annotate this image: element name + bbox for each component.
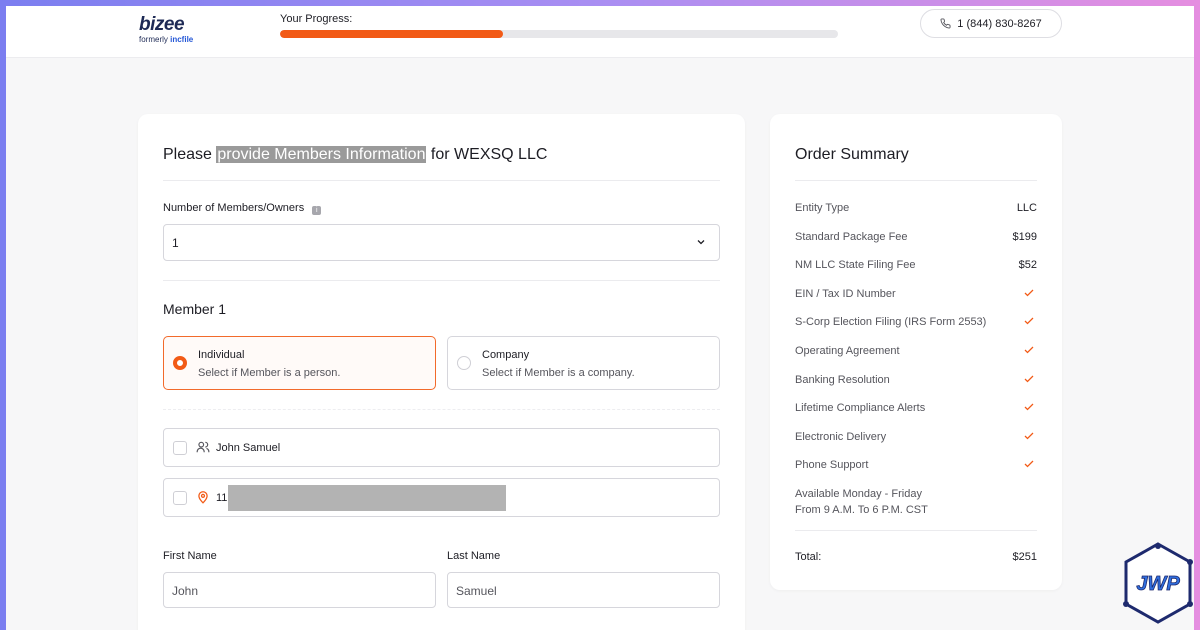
logo-sub-prefix: formerly: [139, 35, 168, 44]
saved-address-text: 11: [216, 492, 228, 504]
members-count-value: 1: [172, 236, 179, 250]
support-hours: Available Monday - Friday From 9 A.M. To…: [795, 486, 928, 518]
option-company[interactable]: Company Select if Member is a company.: [447, 336, 720, 390]
first-name-label: First Name: [163, 550, 217, 562]
order-summary-card: Order Summary Entity Type LLC Standard Pac…: [770, 114, 1062, 590]
phone-icon: [940, 18, 951, 29]
info-icon[interactable]: i: [312, 206, 322, 215]
first-name-input[interactable]: John: [163, 572, 436, 608]
watermark-text: JWP: [1136, 573, 1180, 595]
check-icon: [1024, 460, 1034, 468]
summary-row: Operating Agreement: [795, 345, 1037, 361]
summary-row: Banking Resolution: [795, 374, 1037, 390]
bizee-logo[interactable]: bizee formerly incfile: [139, 14, 193, 45]
summary-row-label: NM LLC State Filing Fee: [795, 259, 916, 272]
summary-row: S-Corp Election Filing (IRS Form 2553): [795, 316, 1037, 332]
order-summary-title: Order Summary: [795, 146, 909, 163]
summary-row-label: EIN / Tax ID Number: [795, 287, 896, 300]
last-name-label: Last Name: [447, 550, 501, 562]
summary-row: NM LLC State Filing Fee $52: [795, 259, 1037, 275]
saved-address-checkbox[interactable]: [173, 491, 187, 505]
summary-row-label: Electronic Delivery: [795, 430, 887, 443]
phone-button[interactable]: 1 (844) 830-8267: [920, 9, 1062, 38]
summary-row-value: LLC: [1016, 202, 1037, 214]
saved-member-name: John Samuel: [216, 442, 281, 454]
summary-divider: [795, 180, 1037, 181]
support-hours-days: Available Monday - Friday: [795, 488, 922, 500]
faint-divider: [163, 409, 720, 410]
users-icon: [196, 441, 210, 453]
company-radio[interactable]: [457, 356, 471, 370]
summary-row: Electronic Delivery: [795, 431, 1037, 447]
members-form-card: Please provide Members Information for W…: [138, 114, 745, 630]
saved-address-row[interactable]: 11: [163, 478, 720, 517]
section-divider: [163, 280, 720, 281]
title-prefix: Please: [163, 146, 212, 163]
check-icon: [1024, 346, 1034, 354]
support-hours-time: From 9 A.M. To 6 P.M. CST: [795, 504, 928, 516]
total-value: $251: [1012, 551, 1037, 563]
page-title: Please provide Members Information for W…: [163, 146, 547, 164]
option-individual[interactable]: Individual Select if Member is a person.: [163, 336, 436, 390]
location-pin-icon: [198, 491, 208, 504]
title-suffix: for WEXSQ LLC: [430, 146, 548, 163]
member-1-title: Member 1: [163, 301, 227, 317]
last-name-input[interactable]: Samuel: [447, 572, 720, 608]
summary-row-label: Entity Type: [795, 202, 850, 214]
progress-label: Your Progress:: [280, 13, 353, 25]
chevron-down-icon: [697, 240, 705, 245]
summary-row: Standard Package Fee $199: [795, 231, 1037, 247]
check-icon: [1024, 403, 1034, 411]
check-icon: [1024, 289, 1034, 297]
total-label: Total:: [795, 551, 822, 563]
individual-subtitle: Select if Member is a person.: [198, 367, 341, 379]
company-subtitle: Select if Member is a company.: [482, 367, 635, 379]
check-icon: [1024, 432, 1034, 440]
individual-title: Individual: [198, 349, 245, 361]
logo-wordmark: bizee: [139, 14, 185, 35]
title-divider: [163, 180, 720, 181]
individual-radio[interactable]: [173, 356, 187, 370]
members-count-label: Number of Members/Owners i: [163, 202, 322, 215]
summary-row-label: Operating Agreement: [795, 345, 900, 357]
redacted-address: [228, 485, 506, 511]
summary-row-label: Standard Package Fee: [795, 230, 908, 243]
saved-member-checkbox[interactable]: [173, 441, 187, 455]
logo-subtitle: formerly incfile: [139, 35, 193, 44]
summary-row-label: Phone Support: [795, 459, 869, 472]
summary-row: EIN / Tax ID Number: [795, 288, 1037, 304]
progress-track: [280, 30, 838, 38]
title-highlight: provide Members Information: [216, 146, 427, 163]
progress-section: Your Progress:: [280, 13, 840, 38]
summary-row-value: $52: [1018, 259, 1037, 272]
saved-member-row[interactable]: John Samuel: [163, 428, 720, 467]
summary-row-label: S-Corp Election Filing (IRS Form 2553): [795, 316, 987, 329]
progress-fill: [280, 30, 504, 38]
jwp-watermark-logo: JWP: [1123, 542, 1193, 624]
phone-number: 1 (844) 830-8267: [957, 17, 1042, 30]
top-header: bizee formerly incfile Your Progress: 1 …: [6, 6, 1194, 58]
check-icon: [1024, 375, 1034, 382]
check-icon: [1024, 317, 1034, 325]
members-count-label-text: Number of Members/Owners: [163, 202, 305, 214]
page-frame: bizee formerly incfile Your Progress: 1 …: [6, 6, 1194, 630]
summary-row-label: Lifetime Compliance Alerts: [795, 402, 926, 415]
members-count-select[interactable]: 1: [163, 224, 720, 261]
summary-row: Phone Support: [795, 459, 1037, 475]
logo-sub-brand: incfile: [170, 35, 194, 44]
total-divider: [795, 530, 1037, 531]
summary-row: Entity Type LLC: [795, 202, 1037, 218]
summary-row-value: $199: [1012, 230, 1037, 243]
company-title: Company: [482, 349, 530, 361]
summary-row: Lifetime Compliance Alerts: [795, 402, 1037, 418]
summary-row-label: Banking Resolution: [795, 373, 890, 386]
